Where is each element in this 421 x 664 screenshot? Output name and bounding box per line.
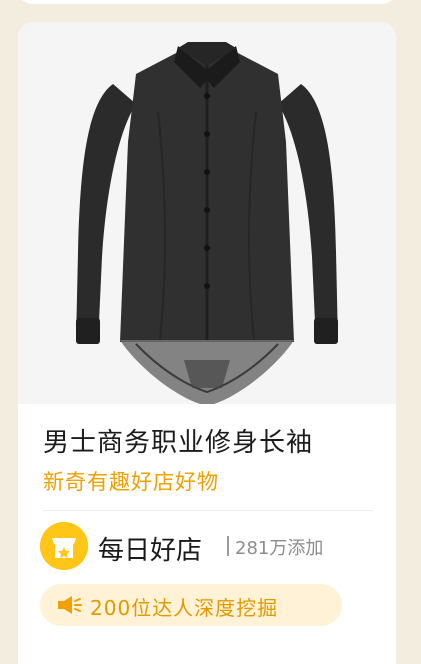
highlight-badge: 200位达人深度挖掘 [40, 584, 342, 626]
shop-name[interactable]: 每日好店 [98, 530, 202, 567]
product-subtitle: 新奇有趣好店好物 [43, 470, 219, 494]
separator [227, 536, 229, 556]
shop-added-count: 281万添加 [235, 538, 324, 559]
badge-text: 200位达人深度挖掘 [90, 596, 279, 620]
product-card[interactable]: 男士商务职业修身长袖 新奇有趣好店好物 每日好店 281万添加 200位达人深度… [18, 22, 396, 664]
divider [43, 510, 373, 511]
product-title: 男士商务职业修身长袖 [43, 428, 314, 458]
megaphone-icon [58, 596, 82, 614]
store-icon [40, 522, 88, 570]
previous-card-edge [18, 0, 396, 4]
shop-logo[interactable] [40, 522, 88, 570]
product-image[interactable] [18, 22, 396, 404]
shop-info[interactable]: 每日好店 281万添加 [40, 522, 380, 572]
shirt-bodysuit-illustration [76, 42, 338, 404]
